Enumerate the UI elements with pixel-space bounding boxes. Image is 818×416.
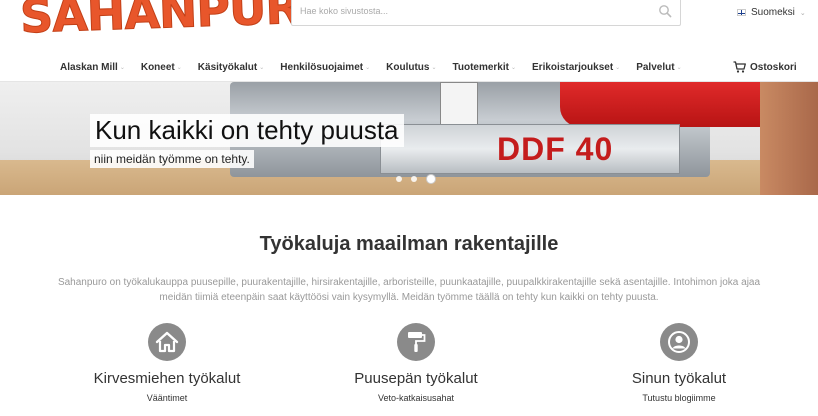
main-content: Työkaluja maailman rakentajille Sahanpur… (0, 195, 818, 416)
page-title: Työkaluja maailman rakentajille (259, 233, 559, 255)
hero-title: Kun kaikki on tehty puusta (90, 114, 404, 147)
nav-item-tuotemerkit[interactable]: Tuotemerkit ⌄ (452, 62, 516, 73)
cart-label: Ostoskori (750, 61, 797, 73)
nav-item-erikoistarjoukset[interactable]: Erikoistarjoukset ⌄ (532, 62, 620, 73)
chevron-down-icon: ⌄ (799, 9, 806, 17)
site-header: SAHANPURO Suomeksi ⌄ (0, 0, 818, 56)
language-label: Suomeksi (751, 7, 795, 18)
nav-item-palvelut[interactable]: Palvelut ⌄ (636, 62, 681, 73)
nav-item-label: Käsityökalut (197, 62, 258, 73)
nav-menu: Alaskan Mill ⌄ Koneet ⌄ Käsityökalut ⌄ Henk… (60, 62, 698, 73)
nav-item-koneet[interactable]: Koneet ⌄ (141, 62, 182, 73)
feature-link[interactable]: Veto-katkaisusahat (316, 393, 516, 403)
feature-carpenter-tools: Kirvesmiehen työkalut Vääntimet (67, 323, 267, 403)
finnish-flag-icon (737, 9, 746, 16)
intro-text: Sahanpuro on työkalukauppa puusepille, p… (57, 277, 761, 303)
nav-item-label: Alaskan Mill (60, 62, 118, 73)
slider-pagination (396, 174, 436, 184)
slider-dot-2[interactable] (411, 176, 417, 182)
hero-subtitle: niin meidän työmme on tehty. (90, 150, 254, 168)
shopping-cart-icon (733, 61, 746, 73)
chevron-down-icon: ⌄ (119, 65, 125, 71)
chevron-down-icon: ⌄ (176, 65, 182, 71)
feature-title[interactable]: Sinun työkalut (579, 370, 779, 387)
nav-item-label: Koneet (140, 62, 175, 73)
nav-item-henkilosuojaimet[interactable]: Henkilösuojaimet ⌄ (280, 62, 370, 73)
chevron-down-icon: ⌄ (259, 65, 265, 71)
chevron-down-icon: ⌄ (615, 65, 621, 71)
slider-dot-3[interactable] (426, 174, 436, 184)
hero-model-label: DDF 40 (497, 131, 614, 167)
nav-item-label: Tuotemerkit (452, 62, 509, 73)
house-icon (155, 331, 179, 353)
chevron-down-icon: ⌄ (676, 65, 682, 71)
chevron-down-icon: ⌄ (510, 65, 517, 71)
feature-title[interactable]: Puusepän työkalut (316, 370, 516, 387)
feature-link[interactable]: Tutustu blogiimme (579, 393, 779, 403)
chevron-down-icon: ⌄ (431, 65, 437, 71)
nav-item-koulutus[interactable]: Koulutus ⌄ (386, 62, 436, 73)
cart-link[interactable]: Ostoskori (733, 61, 797, 73)
nav-item-label: Palvelut (636, 62, 675, 73)
user-icon (668, 331, 690, 353)
paint-roller-icon (408, 332, 426, 352)
main-nav: Alaskan Mill ⌄ Koneet ⌄ Käsityökalut ⌄ Henk… (0, 56, 818, 82)
slider-dot-1[interactable] (396, 176, 402, 182)
feature-icon-circle[interactable] (148, 323, 186, 361)
hero-arm-image (760, 82, 818, 195)
language-selector[interactable]: Suomeksi ⌄ (737, 7, 806, 18)
feature-your-tools: Sinun työkalut Tutustu blogiimme (579, 323, 779, 403)
hero-machine-scale (440, 82, 478, 127)
feature-icon-circle[interactable] (660, 323, 698, 361)
search-input[interactable] (292, 0, 642, 25)
hero-slider[interactable]: DDF 40 Kun kaikki on tehty puusta niin m… (0, 82, 818, 195)
nav-item-alaskan-mill[interactable]: Alaskan Mill ⌄ (60, 62, 125, 73)
feature-icon-circle[interactable] (397, 323, 435, 361)
search-box (291, 0, 681, 26)
feature-link[interactable]: Vääntimet (67, 393, 267, 403)
feature-woodworker-tools: Puusepän työkalut Veto-katkaisusahat (316, 323, 516, 403)
nav-item-kasityokalut[interactable]: Käsityökalut ⌄ (198, 62, 265, 73)
search-icon[interactable] (658, 4, 672, 18)
feature-title[interactable]: Kirvesmiehen työkalut (67, 370, 267, 387)
nav-item-label: Henkilösuojaimet (280, 62, 364, 73)
nav-item-label: Erikoistarjoukset (532, 62, 614, 73)
nav-item-label: Koulutus (386, 62, 430, 73)
chevron-down-icon: ⌄ (365, 65, 371, 71)
